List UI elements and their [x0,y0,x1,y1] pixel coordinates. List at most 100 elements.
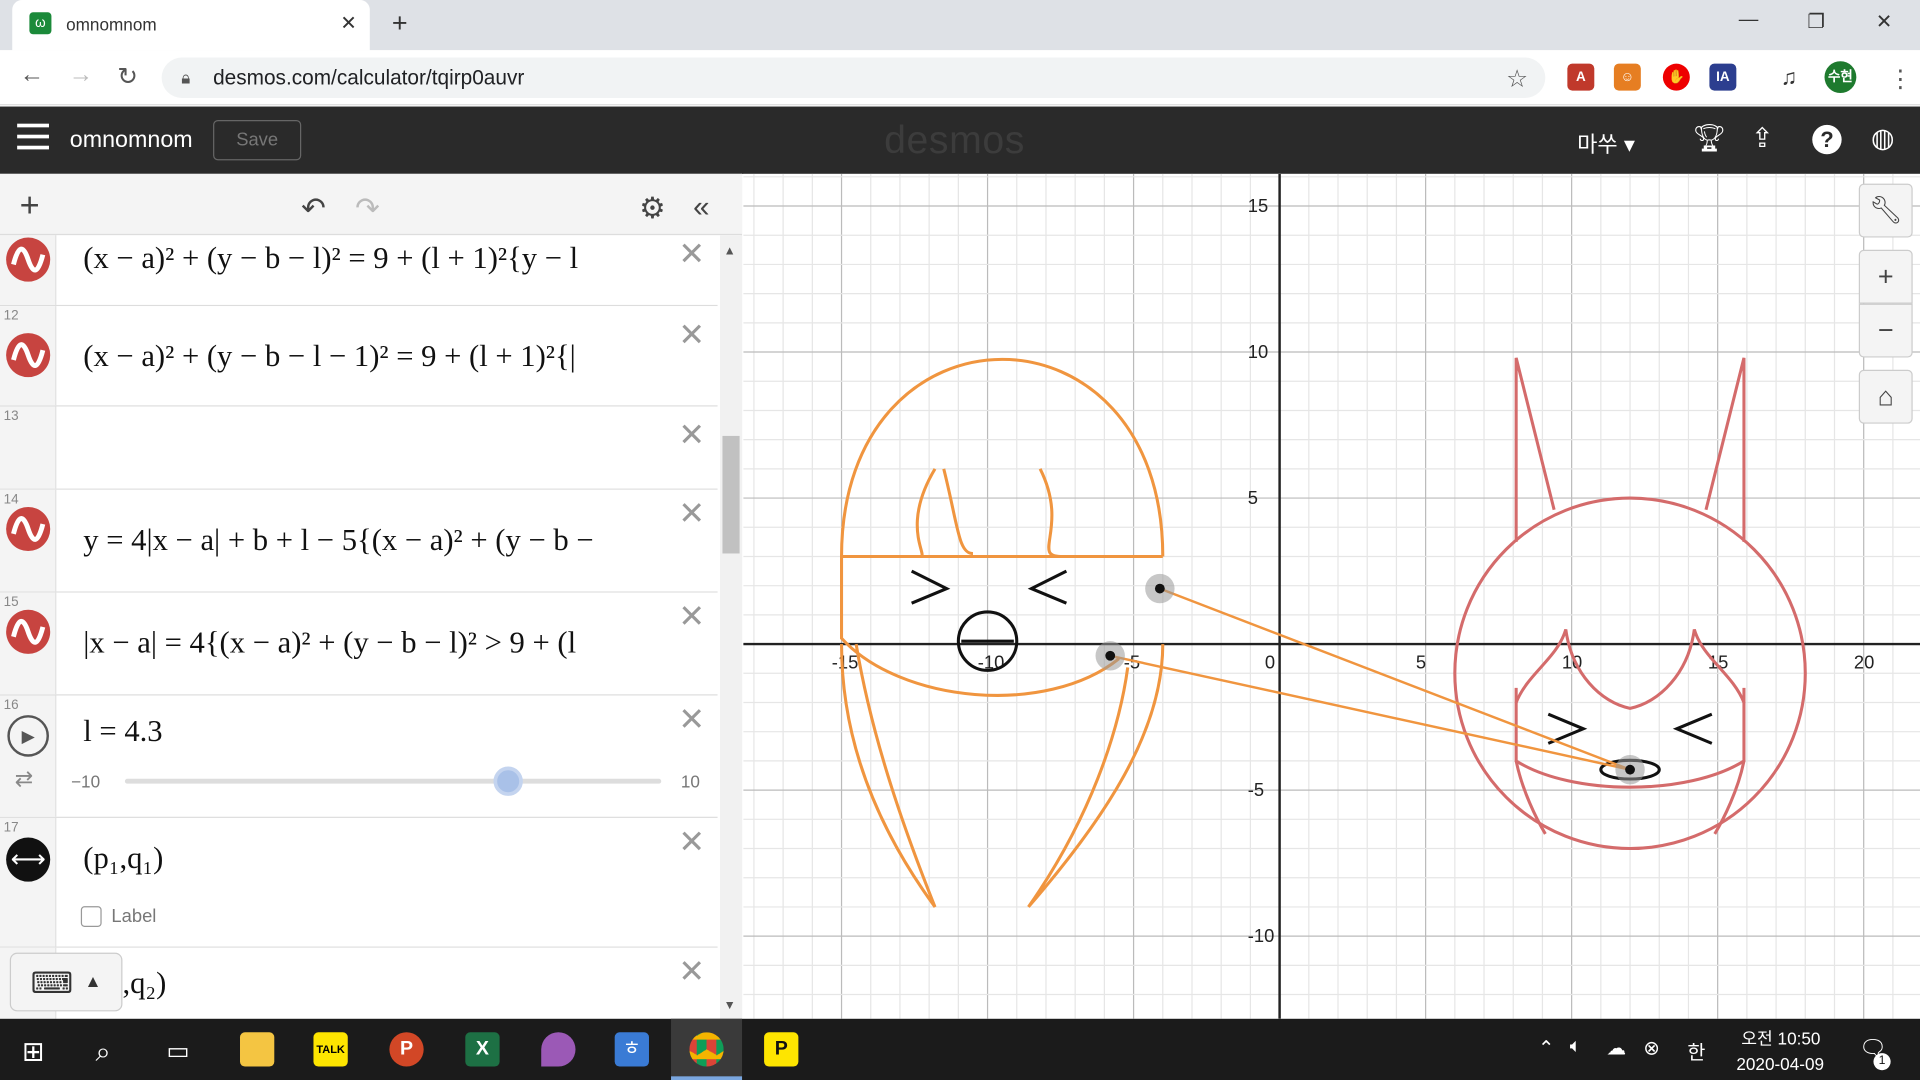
expression-row[interactable]: 12 (x − a)² + (y − b − l − 1)² = 9 + (l … [0,306,718,407]
restore-icon[interactable]: ❐ [1807,10,1825,34]
hamburger-menu-icon[interactable] [17,123,49,151]
slider-thumb[interactable] [493,766,524,796]
tray-expand-icon[interactable]: ⌃ [1538,1036,1554,1060]
ime-indicator[interactable]: 한 [1687,1036,1705,1065]
hangul-icon[interactable]: ㅎ [614,1032,649,1067]
volume-icon[interactable]: 🔈︎ [1570,1036,1582,1058]
expression-list: (x − a)² + (y − b − l)² = 9 + (l + 1)²{y… [0,173,743,1019]
onedrive-icon[interactable]: ☁ [1607,1036,1627,1060]
expression-latex[interactable]: l = 4.3 [83,715,661,749]
close-window-icon[interactable]: ✕ [1876,10,1892,34]
minimize-icon[interactable]: — [1739,10,1759,32]
expression-row[interactable]: (x − a)² + (y − b − l)² = 9 + (l + 1)²{y… [0,235,718,307]
graph-style-icon[interactable] [6,333,51,378]
bookmark-star-icon[interactable]: ☆ [1506,64,1528,95]
reload-icon[interactable]: ↻ [118,61,139,92]
new-tab-icon[interactable]: + [392,7,408,39]
scrollbar-thumb[interactable] [722,435,740,554]
file-explorer-icon[interactable] [240,1032,275,1067]
chrome-icon[interactable] [689,1032,724,1067]
expression-latex[interactable]: (x − a)² + (y − b − l − 1)² = 9 + (l + 1… [83,340,661,374]
add-expression-icon[interactable]: + [20,186,40,225]
user-menu[interactable]: 마쑤 ▾ [1577,127,1635,159]
collapse-panel-icon[interactable]: « [693,191,709,225]
ia-extension-icon[interactable]: IA [1709,63,1737,91]
zoom-out-icon[interactable]: − [1858,303,1913,358]
adblock-extension-icon[interactable]: ✋ [1662,63,1690,91]
graph-settings-wrench-icon[interactable]: 🔧︎ [1858,183,1913,238]
maps-app-icon[interactable] [541,1032,576,1067]
y-tick-label: 10 [1248,341,1268,362]
expression-scrollbar[interactable] [720,235,743,1019]
play-icon[interactable]: ▶ [7,715,49,757]
loop-icon[interactable]: ⇄ [15,767,33,793]
expression-row[interactable]: 17 ⟷ (p₁,q₁) ✕ Label [0,817,718,948]
zoom-in-icon[interactable]: + [1858,249,1913,304]
delete-expression-icon[interactable]: ✕ [678,700,705,738]
mascot-extension-icon[interactable]: ☺ [1613,63,1641,91]
clock-time[interactable]: 오전 10:50 [1741,1026,1820,1050]
label-checkbox-text: Label [111,906,157,927]
slider-expression-row[interactable]: 16 ▶ ⇄ l = 4.3 ✕ −10 10 [0,695,718,818]
kakaotalk-icon[interactable]: TALK [313,1032,348,1067]
expression-latex[interactable]: (p₁,q₁) [83,842,661,876]
search-icon[interactable]: ⌕ [96,1036,111,1068]
delete-expression-icon[interactable]: ✕ [678,953,705,991]
undo-icon[interactable]: ↶ [301,191,326,227]
delete-expression-icon[interactable]: ✕ [678,235,705,273]
excel-icon[interactable]: X [465,1032,500,1067]
delete-expression-icon[interactable]: ✕ [678,316,705,354]
trophy-icon[interactable]: 🏆︎ [1692,122,1726,154]
save-button[interactable]: Save [213,120,302,161]
scroll-down-icon[interactable]: ▼ [724,999,736,1012]
slider-min[interactable]: −10 [71,771,100,791]
graph-style-icon[interactable] [6,237,51,282]
task-view-icon[interactable]: ▭ [167,1036,190,1067]
expression-number: 13 [3,408,19,424]
graph-title[interactable]: omnomnom [70,127,193,154]
label-checkbox[interactable] [80,906,102,927]
point-drag-icon[interactable]: ⟷ [6,837,51,882]
delete-expression-icon[interactable]: ✕ [678,598,705,636]
tab-close-icon[interactable]: ✕ [340,11,356,35]
redo-icon[interactable]: ↷ [355,191,380,227]
expression-row[interactable]: 13 ✕ [0,406,718,490]
profile-avatar[interactable]: 수현 [1824,61,1857,94]
back-icon[interactable]: ← [20,61,44,89]
expression-latex[interactable]: |x − a| = 4{(x − a)² + (y − b − l)² > 9 … [83,627,661,661]
help-icon[interactable]: ? [1812,124,1842,155]
keypad-toggle[interactable]: ⌨ ▲ [9,952,123,1012]
y-tick-label: 5 [1248,487,1258,508]
pdf-extension-icon[interactable]: A [1567,63,1595,91]
x-tick-label: -15 [832,652,859,673]
settings-gear-icon[interactable]: ⚙ [639,191,665,227]
slider-max[interactable]: 10 [681,771,700,791]
slider-track[interactable] [124,778,662,784]
expression-latex[interactable]: y = 4|x − a| + b + l − 5{(x − a)² + (y −… [83,524,661,558]
graph-style-icon[interactable] [6,609,51,654]
clock-date[interactable]: 2020-04-09 [1736,1054,1824,1074]
delete-expression-icon[interactable]: ✕ [678,823,705,861]
delete-expression-icon[interactable]: ✕ [678,416,705,454]
windows-start-icon[interactable]: ⊞ [22,1036,45,1068]
expression-row[interactable]: 14 y = 4|x − a| + b + l − 5{(x − a)² + (… [0,489,718,593]
expression-latex[interactable]: (x − a)² + (y − b − l)² = 9 + (l + 1)²{y… [83,242,661,276]
orange-bang-left [915,468,937,559]
powerpoint-icon[interactable]: P [389,1032,424,1067]
graph-style-icon[interactable] [6,506,51,552]
scroll-up-icon[interactable]: ▲ [724,245,736,258]
expression-row[interactable]: 15 |x − a| = 4{(x − a)² + (y − b − l)² >… [0,592,718,696]
notification-count: 1 [1873,1053,1891,1071]
expression-latex[interactable]: ,q₂) [122,967,700,1001]
share-icon[interactable]: ⇪ [1751,122,1774,154]
delete-expression-icon[interactable]: ✕ [678,495,705,533]
network-off-icon[interactable]: ⊗ [1643,1036,1659,1060]
home-zoom-icon[interactable]: ⌂ [1858,369,1913,424]
browser-menu-icon[interactable]: ⋮ [1888,64,1912,95]
globe-icon[interactable]: ◍ [1871,122,1895,154]
forward-icon[interactable]: → [69,61,93,89]
graph-canvas[interactable]: -15 -10 -5 0 5 10 15 2015105-5-10 [743,173,1920,1019]
media-control-icon[interactable]: ♫ [1776,64,1803,91]
graph-paper[interactable]: -15 -10 -5 0 5 10 15 20 15 10 5 -5 -10 [743,173,1920,1019]
kakao-page-icon[interactable]: P [764,1032,799,1067]
